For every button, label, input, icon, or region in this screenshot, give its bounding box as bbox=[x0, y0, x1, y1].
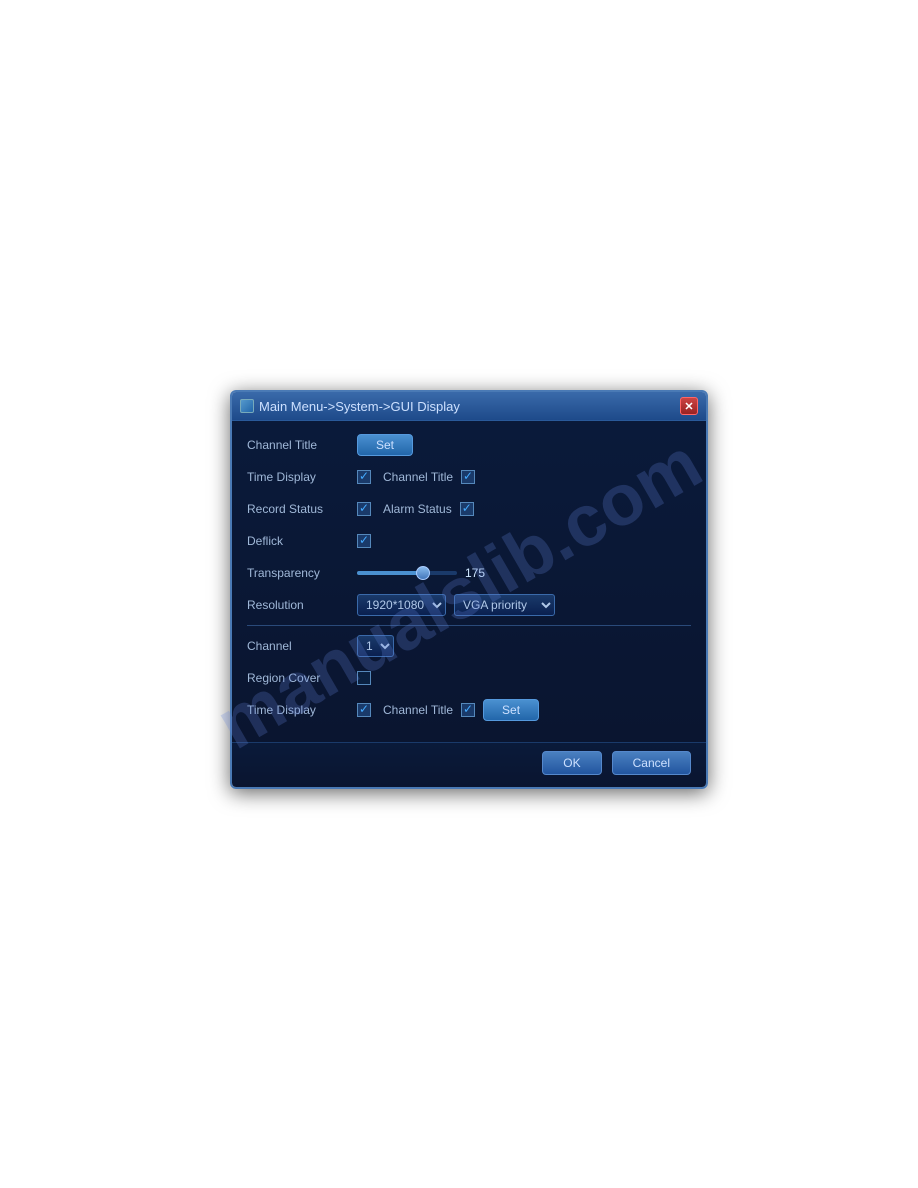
channel-title-set-button[interactable]: Set bbox=[357, 434, 413, 456]
ok-button[interactable]: OK bbox=[542, 751, 601, 775]
region-cover-row: Region Cover bbox=[247, 666, 691, 690]
channel-title-label: Channel Title bbox=[247, 438, 357, 452]
channel-title-row: Channel Title Set bbox=[247, 433, 691, 457]
deflick-label: Deflick bbox=[247, 534, 357, 548]
deflick-checkbox[interactable] bbox=[357, 534, 371, 548]
resolution-row: Resolution 1920*1080 1280*720 1024*768 V… bbox=[247, 593, 691, 617]
alarm-status-checkbox[interactable] bbox=[460, 502, 474, 516]
time-display-checkbox[interactable] bbox=[357, 470, 371, 484]
transparency-row: Transparency 175 bbox=[247, 561, 691, 585]
bottom-set-button[interactable]: Set bbox=[483, 699, 539, 721]
record-status-row: Record Status Alarm Status bbox=[247, 497, 691, 521]
bottom-channel-title-checkbox[interactable] bbox=[461, 703, 475, 717]
resolution-group: 1920*1080 1280*720 1024*768 VGA priority… bbox=[357, 594, 555, 616]
dialog-title: Main Menu->System->GUI Display bbox=[259, 399, 460, 414]
transparency-value: 175 bbox=[465, 566, 495, 580]
record-status-group: Alarm Status bbox=[357, 502, 474, 516]
resolution-select[interactable]: 1920*1080 1280*720 1024*768 bbox=[357, 594, 446, 616]
channel-select[interactable]: 1 2 3 4 bbox=[357, 635, 394, 657]
vga-priority-select[interactable]: VGA priority HDMI priority bbox=[454, 594, 555, 616]
channel-title-checkbox[interactable] bbox=[461, 470, 475, 484]
region-cover-label: Region Cover bbox=[247, 671, 357, 685]
bottom-time-display-group: Channel Title Set bbox=[357, 699, 539, 721]
transparency-slider[interactable] bbox=[357, 571, 457, 575]
channel-row: Channel 1 2 3 4 bbox=[247, 634, 691, 658]
record-status-label: Record Status bbox=[247, 502, 357, 516]
bottom-channel-title-label: Channel Title bbox=[383, 703, 453, 717]
bottom-time-display-row: Time Display Channel Title Set bbox=[247, 698, 691, 722]
dialog-footer: OK Cancel bbox=[232, 742, 706, 787]
bottom-time-display-label: Time Display bbox=[247, 703, 357, 717]
channel-label: Channel bbox=[247, 639, 357, 653]
dialog-icon bbox=[240, 399, 254, 413]
title-bar-left: Main Menu->System->GUI Display bbox=[240, 399, 460, 414]
transparency-slider-container: 175 bbox=[357, 566, 495, 580]
region-cover-checkbox[interactable] bbox=[357, 671, 371, 685]
close-button[interactable]: ✕ bbox=[680, 397, 698, 415]
alarm-status-label: Alarm Status bbox=[383, 502, 452, 516]
time-display-group: Channel Title bbox=[357, 470, 475, 484]
section-divider bbox=[247, 625, 691, 626]
resolution-label: Resolution bbox=[247, 598, 357, 612]
deflick-row: Deflick bbox=[247, 529, 691, 553]
record-status-checkbox[interactable] bbox=[357, 502, 371, 516]
dialog-body: Channel Title Set Time Display Channel T… bbox=[232, 421, 706, 742]
channel-title-cb-label: Channel Title bbox=[383, 470, 453, 484]
time-display-row: Time Display Channel Title bbox=[247, 465, 691, 489]
transparency-label: Transparency bbox=[247, 566, 357, 580]
title-bar: Main Menu->System->GUI Display ✕ bbox=[232, 392, 706, 421]
time-display-label: Time Display bbox=[247, 470, 357, 484]
cancel-button[interactable]: Cancel bbox=[612, 751, 691, 775]
bottom-time-display-checkbox[interactable] bbox=[357, 703, 371, 717]
dialog-window: Main Menu->System->GUI Display ✕ Channel… bbox=[230, 390, 708, 789]
